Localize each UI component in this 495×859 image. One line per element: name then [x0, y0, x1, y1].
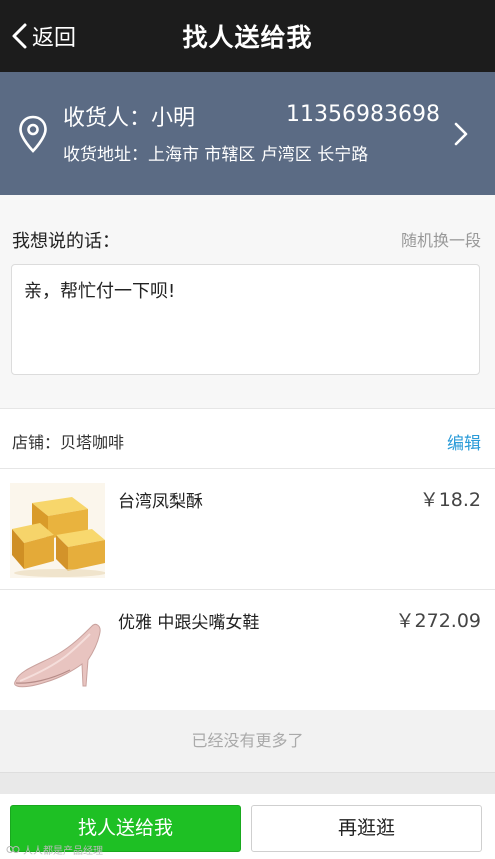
- message-input[interactable]: 亲，帮忙付一下呗!: [11, 264, 480, 375]
- watermark: 人人都是产品经理: [6, 842, 103, 857]
- item-name: 优雅 中跟尖嘴女鞋: [118, 613, 260, 633]
- list-end-text: 已经没有更多了: [0, 710, 495, 772]
- shop-name: 店铺：贝塔咖啡: [12, 429, 124, 453]
- item-price: ￥18.2: [419, 489, 481, 511]
- continue-shopping-button[interactable]: 再逛逛: [251, 805, 482, 852]
- page-title: 找人送给我: [182, 23, 313, 52]
- address-value: 上海市 市辖区 卢湾区 长宁路: [148, 145, 369, 165]
- shop-label: 店铺：: [12, 433, 61, 452]
- item-name: 台湾凤梨酥: [118, 492, 203, 512]
- edit-button[interactable]: 编辑: [447, 429, 481, 454]
- random-message-button[interactable]: 随机换一段: [401, 227, 481, 251]
- location-pin-icon: [19, 115, 47, 153]
- address-card[interactable]: 收货人：小明 11356983698 收货地址：上海市 市辖区 卢湾区 长宁路: [0, 72, 495, 195]
- list-item[interactable]: 优雅 中跟尖嘴女鞋 ￥272.09: [0, 590, 495, 711]
- pineapple-cake-image: [10, 483, 105, 578]
- shop-name-value: 贝塔咖啡: [60, 433, 125, 452]
- shop-section: 店铺：贝塔咖啡 编辑 台湾凤梨酥 ￥18.2 优雅 中跟尖嘴女鞋 ￥272.09: [0, 408, 495, 710]
- high-heel-shoe-image: [10, 604, 105, 699]
- recipient-name: 小明: [151, 106, 196, 131]
- navbar: 返回 找人送给我: [0, 0, 495, 72]
- recipient-row: 收货人：小明: [63, 100, 195, 132]
- watermark-logo-icon: [6, 846, 20, 853]
- message-label: 我想说的话：: [12, 231, 120, 252]
- address-label: 收货地址：: [63, 145, 148, 165]
- item-price: ￥272.09: [395, 610, 481, 632]
- message-section: 我想说的话： 随机换一段 亲，帮忙付一下呗!: [0, 195, 495, 408]
- shop-header: 店铺：贝塔咖啡 编辑: [0, 409, 495, 469]
- divider: [0, 772, 495, 794]
- recipient-phone: 11356983698: [286, 102, 440, 127]
- recipient-label: 收货人：: [63, 106, 152, 131]
- watermark-text: 人人都是产品经理: [23, 846, 103, 857]
- chevron-right-icon: [454, 122, 468, 146]
- address-row: 收货地址：上海市 市辖区 卢湾区 长宁路: [63, 140, 368, 165]
- list-item[interactable]: 台湾凤梨酥 ￥18.2: [0, 469, 495, 590]
